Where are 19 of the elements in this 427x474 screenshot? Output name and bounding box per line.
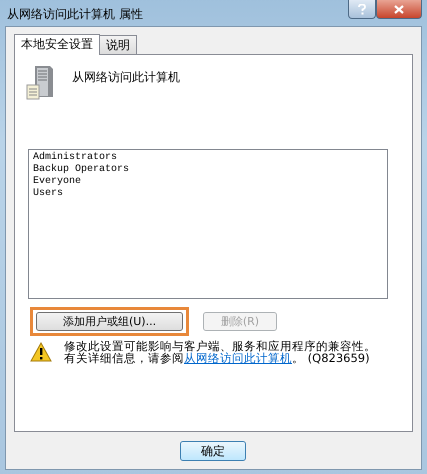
account-item[interactable]: Administrators [33, 152, 383, 164]
close-icon [394, 4, 404, 14]
tab[interactable]: 说明 [99, 35, 137, 54]
account-item[interactable]: Users [33, 188, 383, 200]
close-button[interactable] [376, 0, 422, 19]
warning-text: 修改此设置可能影响与客户端、服务和应用程序的兼容性。 有关详细信息，请参阅从网络访问此计算机。 (Q823659) [64, 340, 376, 364]
accounts-list[interactable]: Administrators Backup Operators Everyone Users [28, 149, 388, 299]
window-title: 从网络访问此计算机 属性 [7, 6, 143, 23]
account-item[interactable]: Backup Operators [33, 164, 383, 176]
policy-link[interactable]: 从网络访问此计算机 [184, 351, 292, 365]
help-icon [358, 4, 366, 14]
add-button[interactable]: 添加用户或组(U)... [36, 312, 183, 331]
tab[interactable]: 本地安全设置 [14, 34, 100, 55]
warning-icon [30, 342, 52, 362]
policy-title: 从网络访问此计算机 [72, 69, 180, 86]
ok-button[interactable]: 确定 [180, 441, 246, 461]
account-item[interactable]: Everyone [33, 176, 383, 188]
server-icon [26, 65, 54, 101]
help-button[interactable] [348, 0, 376, 19]
